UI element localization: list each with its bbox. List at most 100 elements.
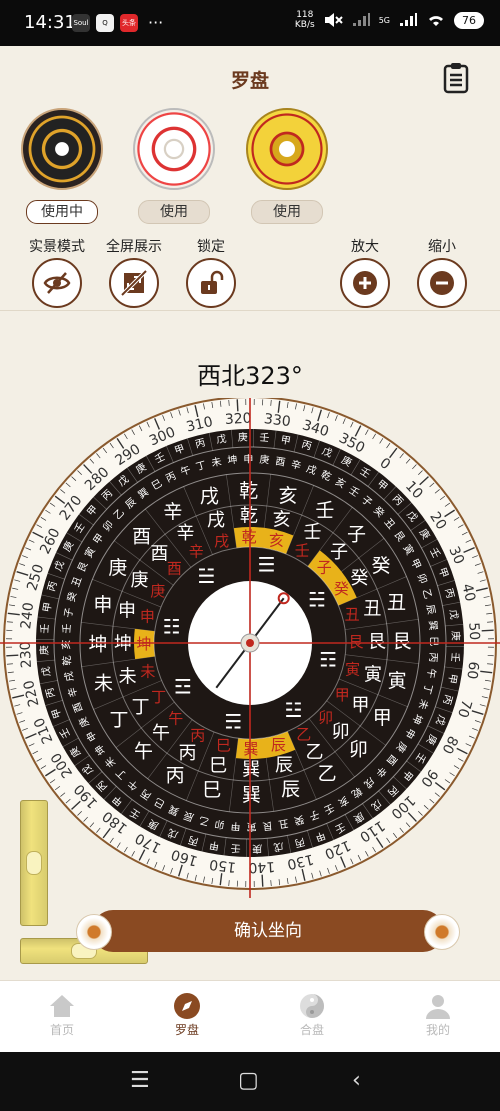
tab-compass-label: 罗盘 xyxy=(174,1023,199,1037)
needle-pivot-dot xyxy=(246,639,254,647)
degree-tick xyxy=(6,654,19,657)
degree-label: 60 xyxy=(463,660,481,680)
person-icon xyxy=(426,995,450,1019)
compass-heading: 西北323° xyxy=(197,362,303,390)
outer-stem-char: 甲 xyxy=(446,673,459,685)
mountain-char-mid: 巽 xyxy=(242,759,260,780)
highlight-mountain-char: 酉 xyxy=(167,560,182,578)
small-mountain-char: 申 xyxy=(243,452,253,465)
theme-black[interactable]: 使用中 xyxy=(19,108,105,224)
mountain-char-outer: 酉 xyxy=(132,525,151,547)
degree-tick xyxy=(481,629,494,632)
mountain-char-outer: 癸 xyxy=(371,555,390,577)
minus-icon xyxy=(430,271,454,295)
degree-label: 320 xyxy=(225,411,253,428)
theme-white-preview[interactable] xyxy=(133,108,215,190)
highlight-mountain-char: 未 xyxy=(140,662,155,680)
fullscreen-button[interactable] xyxy=(109,258,159,308)
outer-stem-char: 甲 xyxy=(209,839,221,852)
tab-home[interactable]: 首页 xyxy=(22,991,102,1038)
zoom-out-tool[interactable]: 缩小 xyxy=(404,236,480,308)
zoom-out-button[interactable] xyxy=(417,258,467,308)
confirm-left-knob xyxy=(76,914,112,950)
confirm-right-knob xyxy=(424,914,460,950)
mountain-char-outer: 辛 xyxy=(163,501,182,523)
live-mode-button[interactable] xyxy=(32,258,82,308)
mountain-char-mid: 丑 xyxy=(363,599,381,620)
highlight-mountain-char: 丙 xyxy=(190,726,205,744)
compass-dial[interactable]: 0102030405060708090100110120130140150160… xyxy=(0,398,500,898)
mountain-char-outer: 丁 xyxy=(110,709,129,731)
mountain-char-mid: 申 xyxy=(118,601,136,622)
signal-icon xyxy=(352,13,370,26)
outer-stem-char: 甲 xyxy=(280,435,292,448)
zoom-in-tool[interactable]: 放大 xyxy=(327,236,403,308)
highlight-mountain-char: 戌 xyxy=(214,532,229,550)
mountain-char-mid: 丁 xyxy=(132,697,150,718)
degree-label: 240 xyxy=(18,601,37,629)
theme-gold-use-button[interactable]: 使用 xyxy=(251,200,323,224)
mountain-char-outer: 坤 xyxy=(88,633,107,655)
highlight-mountain-char: 辰 xyxy=(271,736,286,754)
outer-stem-char: 甲 xyxy=(42,602,55,614)
highlight-mountain-char: 坤 xyxy=(136,635,151,653)
mountain-char-mid: 子 xyxy=(330,542,348,563)
mountain-char-outer: 未 xyxy=(94,673,113,695)
small-mountain-char: 壬 xyxy=(61,623,74,634)
theme-gold-preview[interactable] xyxy=(246,108,328,190)
lock-button[interactable] xyxy=(186,258,236,308)
home-icon xyxy=(50,995,74,1017)
mountain-char-mid: 癸 xyxy=(350,568,368,589)
small-mountain-char: 巳 xyxy=(427,636,439,646)
mountain-char-mid: 戌 xyxy=(207,510,225,531)
signal-strength-icon xyxy=(400,13,417,26)
recent-apps-icon[interactable]: ☰ xyxy=(130,1068,150,1093)
small-mountain-char: 巽 xyxy=(426,620,439,631)
live-mode-tool[interactable]: 实景模式 xyxy=(19,236,95,308)
home-nav-icon[interactable]: ▢ xyxy=(238,1068,259,1093)
highlight-mountain-char: 亥 xyxy=(269,531,284,549)
lock-label: 锁定 xyxy=(197,239,225,255)
confirm-direction-button[interactable]: 确认坐向 xyxy=(76,910,460,952)
highlight-mountain-char: 辛 xyxy=(189,543,204,561)
tab-compass[interactable]: 罗盘 xyxy=(147,991,227,1038)
degree-tick xyxy=(261,874,264,887)
degree-label: 150 xyxy=(208,856,236,875)
mountain-char-outer: 辰 xyxy=(281,778,300,800)
more-notifications-icon: ··· xyxy=(148,13,164,32)
small-mountain-char: 丙 xyxy=(427,652,439,663)
unlock-icon xyxy=(201,270,224,294)
tab-profile[interactable]: 我的 xyxy=(398,991,478,1038)
tab-match[interactable]: 合盘 xyxy=(272,991,352,1038)
theme-white[interactable]: 使用 xyxy=(131,108,217,224)
mountain-char-mid: 庚 xyxy=(130,570,148,591)
toutiao-app-icon: 头条 xyxy=(120,13,138,32)
lock-tool[interactable]: 锁定 xyxy=(173,236,249,308)
outer-stem-char: 庚 xyxy=(238,430,248,443)
bottom-tab-bar: 首页 罗盘 合盘 我的 xyxy=(0,980,500,1053)
highlight-mountain-char: 子 xyxy=(317,558,332,576)
qq-app-icon: Q xyxy=(96,13,114,32)
degree-label: 230 xyxy=(18,641,35,669)
degree-tick xyxy=(236,399,239,412)
theme-white-use-button[interactable]: 使用 xyxy=(138,200,210,224)
back-nav-icon[interactable]: ‹ xyxy=(352,1068,361,1093)
small-mountain-char: 未 xyxy=(211,456,223,470)
trigram-symbol: ☲ xyxy=(174,675,192,699)
trigram-symbol: ☱ xyxy=(197,564,215,588)
small-mountain-char: 寅 xyxy=(247,820,257,833)
confirm-direction-label: 确认坐向 xyxy=(234,921,302,941)
system-nav-bar: ☰ ▢ ‹ xyxy=(0,1052,500,1111)
clipboard-icon[interactable] xyxy=(442,62,470,98)
theme-gold[interactable]: 使用 xyxy=(244,108,330,224)
mountain-char-outer: 丙 xyxy=(166,764,185,786)
zoom-in-button[interactable] xyxy=(340,258,390,308)
theme-black-use-button[interactable]: 使用中 xyxy=(26,200,98,224)
net-speed: 118 KB/s xyxy=(295,10,315,30)
mountain-char-outer: 寅 xyxy=(388,670,407,692)
soul-app-icon: Soul xyxy=(72,13,90,32)
theme-black-preview[interactable] xyxy=(21,108,103,190)
mountain-char-mid: 巳 xyxy=(209,755,227,776)
small-mountain-char: 甲 xyxy=(230,820,241,832)
fullscreen-tool[interactable]: 全屏展示 xyxy=(96,236,172,308)
